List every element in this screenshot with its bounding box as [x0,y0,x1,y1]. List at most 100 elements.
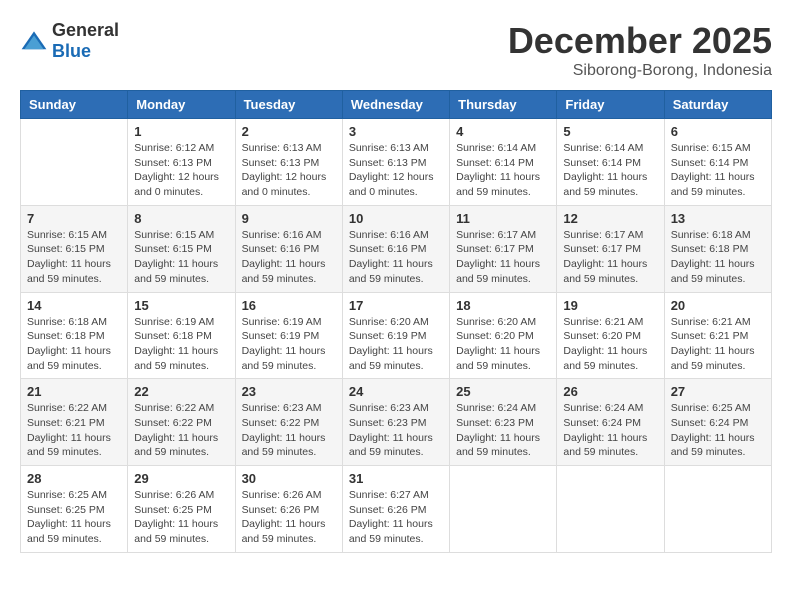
calendar-cell: 4 Sunrise: 6:14 AM Sunset: 6:14 PM Daylig… [450,119,557,206]
day-info: Sunrise: 6:21 AM Sunset: 6:21 PM Dayligh… [671,315,765,374]
calendar-cell: 10Sunrise: 6:16 AM Sunset: 6:16 PM Dayli… [342,205,449,292]
day-number: 12 [563,211,657,226]
calendar-cell [557,466,664,553]
logo-blue-text: Blue [52,41,91,61]
calendar-cell: 2 Sunrise: 6:13 AM Sunset: 6:13 PM Daylig… [235,119,342,206]
calendar-cell: 28 Sunrise: 6:25 AM Sunset: 6:25 PM Dayli… [21,466,128,553]
day-number: 30 [242,471,336,486]
day-number: 31 [349,471,443,486]
weekday-header-row: SundayMondayTuesdayWednesdayThursdayFrid… [21,91,772,119]
day-info: Sunrise: 6:24 AM Sunset: 6:23 PM Dayligh… [456,401,550,460]
title-area: December 2025 Siborong-Borong, Indonesia [508,20,772,80]
day-info: Sunrise: 6:13 AM Sunset: 6:13 PM Dayligh… [349,141,443,200]
weekday-header: Monday [128,91,235,119]
calendar-cell [664,466,771,553]
day-info: Sunrise: 6:24 AM Sunset: 6:24 PM Dayligh… [563,401,657,460]
day-info: Sunrise: 6:21 AM Sunset: 6:20 PM Dayligh… [563,315,657,374]
location-title: Siborong-Borong, Indonesia [508,62,772,80]
day-number: 9 [242,211,336,226]
calendar-cell: 13Sunrise: 6:18 AM Sunset: 6:18 PM Dayli… [664,205,771,292]
day-number: 4 [456,124,550,139]
day-info: Sunrise: 6:26 AM Sunset: 6:26 PM Dayligh… [242,488,336,547]
day-number: 10 [349,211,443,226]
day-number: 19 [563,298,657,313]
day-number: 8 [134,211,228,226]
weekday-header: Saturday [664,91,771,119]
day-info: Sunrise: 6:12 AM Sunset: 6:13 PM Dayligh… [134,141,228,200]
day-info: Sunrise: 6:18 AM Sunset: 6:18 PM Dayligh… [671,228,765,287]
calendar-cell: 16 Sunrise: 6:19 AM Sunset: 6:19 PM Dayli… [235,292,342,379]
day-info: Sunrise: 6:15 AM Sunset: 6:14 PM Dayligh… [671,141,765,200]
calendar-cell: 31 Sunrise: 6:27 AM Sunset: 6:26 PM Dayli… [342,466,449,553]
day-number: 14 [27,298,121,313]
calendar-cell: 22 Sunrise: 6:22 AM Sunset: 6:22 PM Dayli… [128,379,235,466]
calendar-cell: 21Sunrise: 6:22 AM Sunset: 6:21 PM Dayli… [21,379,128,466]
day-info: Sunrise: 6:14 AM Sunset: 6:14 PM Dayligh… [563,141,657,200]
calendar-cell: 30 Sunrise: 6:26 AM Sunset: 6:26 PM Dayli… [235,466,342,553]
calendar-cell: 15Sunrise: 6:19 AM Sunset: 6:18 PM Dayli… [128,292,235,379]
calendar-cell: 19 Sunrise: 6:21 AM Sunset: 6:20 PM Dayli… [557,292,664,379]
day-number: 27 [671,384,765,399]
day-info: Sunrise: 6:15 AM Sunset: 6:15 PM Dayligh… [27,228,121,287]
day-number: 21 [27,384,121,399]
day-info: Sunrise: 6:26 AM Sunset: 6:25 PM Dayligh… [134,488,228,547]
day-info: Sunrise: 6:14 AM Sunset: 6:14 PM Dayligh… [456,141,550,200]
day-info: Sunrise: 6:25 AM Sunset: 6:24 PM Dayligh… [671,401,765,460]
day-number: 26 [563,384,657,399]
calendar-cell: 11 Sunrise: 6:17 AM Sunset: 6:17 PM Dayli… [450,205,557,292]
day-number: 2 [242,124,336,139]
calendar-week-row: 14 Sunrise: 6:18 AM Sunset: 6:18 PM Dayli… [21,292,772,379]
day-number: 15 [134,298,228,313]
weekday-header: Wednesday [342,91,449,119]
day-number: 18 [456,298,550,313]
weekday-header: Sunday [21,91,128,119]
page-header: General Blue December 2025 Siborong-Boro… [20,20,772,80]
day-number: 25 [456,384,550,399]
day-info: Sunrise: 6:18 AM Sunset: 6:18 PM Dayligh… [27,315,121,374]
calendar-cell: 7 Sunrise: 6:15 AM Sunset: 6:15 PM Daylig… [21,205,128,292]
day-info: Sunrise: 6:23 AM Sunset: 6:23 PM Dayligh… [349,401,443,460]
day-info: Sunrise: 6:19 AM Sunset: 6:19 PM Dayligh… [242,315,336,374]
day-number: 16 [242,298,336,313]
calendar-cell: 9 Sunrise: 6:16 AM Sunset: 6:16 PM Daylig… [235,205,342,292]
calendar-cell: 29 Sunrise: 6:26 AM Sunset: 6:25 PM Dayli… [128,466,235,553]
calendar-cell: 12 Sunrise: 6:17 AM Sunset: 6:17 PM Dayli… [557,205,664,292]
day-number: 29 [134,471,228,486]
calendar-cell: 5Sunrise: 6:14 AM Sunset: 6:14 PM Daylig… [557,119,664,206]
day-info: Sunrise: 6:17 AM Sunset: 6:17 PM Dayligh… [456,228,550,287]
logo: General Blue [20,20,119,62]
day-info: Sunrise: 6:16 AM Sunset: 6:16 PM Dayligh… [242,228,336,287]
day-info: Sunrise: 6:25 AM Sunset: 6:25 PM Dayligh… [27,488,121,547]
day-info: Sunrise: 6:23 AM Sunset: 6:22 PM Dayligh… [242,401,336,460]
calendar-week-row: 1 Sunrise: 6:12 AM Sunset: 6:13 PM Daylig… [21,119,772,206]
day-info: Sunrise: 6:13 AM Sunset: 6:13 PM Dayligh… [242,141,336,200]
calendar-cell: 14 Sunrise: 6:18 AM Sunset: 6:18 PM Dayli… [21,292,128,379]
day-number: 22 [134,384,228,399]
day-number: 23 [242,384,336,399]
day-info: Sunrise: 6:17 AM Sunset: 6:17 PM Dayligh… [563,228,657,287]
day-number: 11 [456,211,550,226]
calendar-cell [21,119,128,206]
calendar-cell: 8Sunrise: 6:15 AM Sunset: 6:15 PM Daylig… [128,205,235,292]
calendar-week-row: 28 Sunrise: 6:25 AM Sunset: 6:25 PM Dayli… [21,466,772,553]
day-number: 7 [27,211,121,226]
day-info: Sunrise: 6:20 AM Sunset: 6:19 PM Dayligh… [349,315,443,374]
day-number: 28 [27,471,121,486]
day-number: 17 [349,298,443,313]
day-info: Sunrise: 6:27 AM Sunset: 6:26 PM Dayligh… [349,488,443,547]
calendar-cell [450,466,557,553]
calendar-cell: 24 Sunrise: 6:23 AM Sunset: 6:23 PM Dayli… [342,379,449,466]
day-number: 24 [349,384,443,399]
logo-icon [20,30,48,52]
weekday-header: Tuesday [235,91,342,119]
day-info: Sunrise: 6:22 AM Sunset: 6:22 PM Dayligh… [134,401,228,460]
calendar-cell: 25 Sunrise: 6:24 AM Sunset: 6:23 PM Dayli… [450,379,557,466]
weekday-header: Friday [557,91,664,119]
day-number: 1 [134,124,228,139]
month-title: December 2025 [508,20,772,62]
calendar-cell: 20Sunrise: 6:21 AM Sunset: 6:21 PM Dayli… [664,292,771,379]
calendar-cell: 27 Sunrise: 6:25 AM Sunset: 6:24 PM Dayli… [664,379,771,466]
day-number: 3 [349,124,443,139]
calendar-cell: 17 Sunrise: 6:20 AM Sunset: 6:19 PM Dayli… [342,292,449,379]
weekday-header: Thursday [450,91,557,119]
